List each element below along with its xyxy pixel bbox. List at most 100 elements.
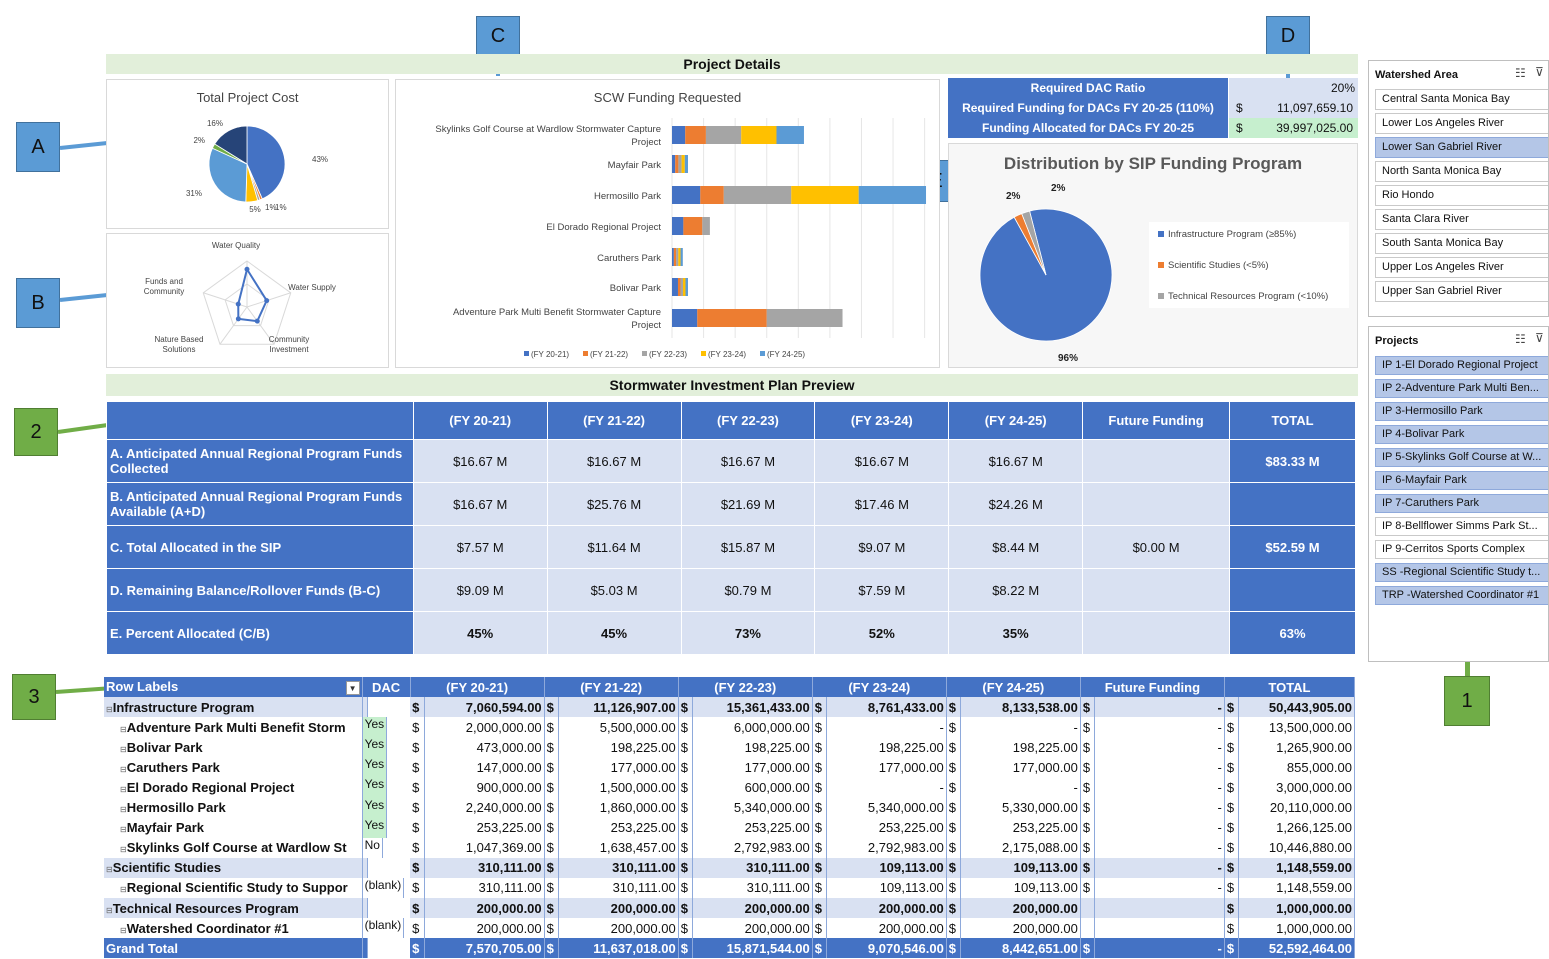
clear-filter-icon[interactable]: ⊽ — [1535, 331, 1544, 345]
pivot-row-label-text: Scientific Studies — [112, 860, 222, 876]
collapse-icon[interactable]: ⊟ — [106, 906, 113, 915]
pivot-row-label[interactable]: Grand Total — [104, 938, 363, 959]
pivot-row-label[interactable]: ⊟Infrastructure Program — [104, 697, 363, 718]
dac-req-dollar: $ — [1236, 101, 1243, 115]
scw-bar-segment — [672, 217, 684, 235]
slicer-item[interactable]: IP 8-Bellflower Simms Park St... — [1375, 517, 1548, 536]
project-details-banner: Project Details — [106, 54, 1358, 74]
slicer-item[interactable]: IP 4-Bolivar Park — [1375, 425, 1548, 444]
pivot-item-row[interactable]: ⊟Regional Scientific Study to Suppor (bla… — [104, 877, 1356, 899]
pivot-value-cell: - — [826, 777, 947, 798]
pivot-item-row[interactable]: ⊟El Dorado Regional Project Yes $900,000.0… — [104, 777, 1356, 798]
collapse-icon[interactable]: ⊟ — [120, 745, 127, 754]
pivot-row-label[interactable]: ⊟Regional Scientific Study to Suppor — [104, 877, 363, 899]
collapse-icon[interactable]: ⊟ — [120, 805, 127, 814]
pivot-item-row[interactable]: ⊟Mayfair Park Yes $253,225.00 $253,225.00 $2… — [104, 817, 1356, 838]
projects-slicer[interactable]: Projects ☷ ⊽ IP 1-El Dorado Regional Pro… — [1368, 326, 1549, 662]
pivot-currency-symbol: $ — [1224, 757, 1239, 778]
scw-bar-segment — [776, 126, 804, 144]
pivot-currency-symbol: $ — [1080, 817, 1095, 838]
pivot-category-row[interactable]: ⊟Scientific Studies $310,111.00 $310,111.0… — [104, 857, 1356, 878]
slicer-item[interactable]: TRP -Watershed Coordinator #1 — [1375, 586, 1548, 605]
pivot-item-row[interactable]: ⊟Hermosillo Park Yes $2,240,000.00 $1,860,0… — [104, 797, 1356, 818]
pivot-category-row[interactable]: ⊟Infrastructure Program $7,060,594.00 $11,… — [104, 697, 1356, 718]
scw-funding-chart[interactable]: SCW Funding Requested Skylinks Golf Cour… — [395, 79, 940, 368]
multi-select-icon[interactable]: ☷ — [1515, 332, 1526, 346]
pivot-dac-cell: Yes — [362, 737, 388, 758]
collapse-icon[interactable]: ⊟ — [106, 865, 113, 874]
pivot-currency-symbol: $ — [544, 737, 559, 758]
slicer-item[interactable]: Upper Los Angeles River — [1375, 257, 1548, 278]
pivot-row-label[interactable]: ⊟Adventure Park Multi Benefit Storm — [104, 717, 363, 738]
pivot-row-label[interactable]: ⊟Bolivar Park — [104, 737, 363, 758]
dac-alloc-label: Funding Allocated for DACs FY 20-25 — [981, 121, 1195, 135]
scw-bar-segment — [741, 126, 777, 144]
collapse-icon[interactable]: ⊟ — [120, 785, 127, 794]
slicer-item[interactable]: Santa Clara River — [1375, 209, 1548, 230]
multi-select-icon[interactable]: ☷ — [1515, 66, 1526, 80]
pivot-category-row[interactable]: ⊟Technical Resources Program $200,000.00 $… — [104, 898, 1356, 919]
sip-row-label: C. Total Allocated in the SIP — [106, 525, 414, 569]
collapse-icon[interactable]: ⊟ — [120, 725, 127, 734]
watershed-area-slicer[interactable]: Watershed Area ☷ ⊽ Central Santa Monica … — [1368, 60, 1549, 317]
slicer-item[interactable]: IP 2-Adventure Park Multi Ben... — [1375, 379, 1548, 398]
total-cost-chart[interactable]: Total Project Cost 43% 1% 1% 5% 31% 2% 16% — [106, 79, 389, 229]
pivot-currency-symbol: $ — [812, 697, 827, 718]
pivot-item-row[interactable]: ⊟Skylinks Golf Course at Wardlow St No $1,… — [104, 837, 1356, 858]
collapse-icon[interactable]: ⊟ — [120, 765, 127, 774]
pivot-currency-symbol: $ — [812, 837, 827, 858]
slicer-item[interactable]: Lower San Gabriel River — [1375, 137, 1548, 158]
dist-pie-label: 2% — [1051, 183, 1066, 194]
slicer-item[interactable]: IP 6-Mayfair Park — [1375, 471, 1548, 490]
slicer-item[interactable]: SS -Regional Scientific Study t... — [1375, 563, 1548, 582]
pivot-row-label[interactable]: ⊟El Dorado Regional Project — [104, 777, 363, 798]
sip-distribution-chart[interactable]: Distribution by SIP Funding Program 96% 2… — [948, 143, 1358, 368]
pivot-item-row[interactable]: ⊟Watershed Coordinator #1 (blank) $200,000… — [104, 918, 1356, 939]
collapse-icon[interactable]: ⊟ — [106, 705, 113, 714]
pivot-row-label[interactable]: ⊟Hermosillo Park — [104, 797, 363, 818]
pivot-item-row[interactable]: ⊟Caruthers Park Yes $147,000.00 $177,000.00… — [104, 757, 1356, 778]
criteria-radar-chart[interactable]: Water Quality Water Supply Community Invest… — [106, 233, 389, 368]
slicer-item[interactable]: Upper San Gabriel River — [1375, 281, 1548, 302]
pivot-row-label[interactable]: ⊟Skylinks Golf Course at Wardlow St — [104, 837, 363, 858]
slicer-item[interactable]: Central Santa Monica Bay — [1375, 89, 1548, 110]
pivot-row-label[interactable]: ⊟Technical Resources Program — [104, 898, 363, 919]
pivot-header-row: Row Labels ▼ DAC (FY 20-21) (FY 21-22) (F… — [104, 677, 1356, 698]
pivot-row-label[interactable]: ⊟Watershed Coordinator #1 — [104, 918, 363, 939]
pivot-row-label-text: El Dorado Regional Project — [126, 780, 295, 796]
pivot-row-label[interactable]: ⊟Mayfair Park — [104, 817, 363, 838]
collapse-icon[interactable]: ⊟ — [120, 845, 127, 854]
pivot-currency-symbol: $ — [946, 918, 961, 939]
pivot-row-label[interactable]: ⊟Caruthers Park — [104, 757, 363, 778]
pivot-currency-symbol: $ — [946, 737, 961, 758]
slicer-item[interactable]: South Santa Monica Bay — [1375, 233, 1548, 254]
collapse-icon[interactable]: ⊟ — [120, 825, 127, 834]
pivot-currency-symbol: $ — [678, 857, 693, 878]
slicer-item[interactable]: IP 3-Hermosillo Park — [1375, 402, 1548, 421]
sip-cell: $16.67 M — [412, 439, 548, 483]
slicer-item[interactable]: IP 1-El Dorado Regional Project — [1375, 356, 1548, 375]
dist-pie-svg: 96% 2% 2% Infrastructure Program (≥85%) Sci… — [979, 183, 1349, 364]
collapse-icon[interactable]: ⊟ — [120, 926, 127, 935]
slicer-item[interactable]: Lower Los Angeles River — [1375, 113, 1548, 134]
pivot-row-label[interactable]: ⊟Scientific Studies — [104, 857, 363, 878]
pivot-dac-cell: Yes — [362, 757, 388, 778]
slicer-item[interactable]: IP 7-Caruthers Park — [1375, 494, 1548, 513]
slicer-item[interactable]: North Santa Monica Bay — [1375, 161, 1548, 182]
clear-filter-icon[interactable]: ⊽ — [1535, 65, 1544, 79]
pivot-item-row[interactable]: ⊟Bolivar Park Yes $473,000.00 $198,225.00 $1… — [104, 737, 1356, 758]
pivot-value-cell: 200,000.00 — [826, 898, 947, 919]
slicer-item[interactable]: IP 9-Cerritos Sports Complex — [1375, 540, 1548, 559]
filter-dropdown-icon[interactable]: ▼ — [345, 681, 360, 696]
dist-pie-label: 96% — [1058, 353, 1078, 364]
pivot-currency-symbol: $ — [410, 938, 425, 959]
slicer-item[interactable]: Rio Hondo — [1375, 185, 1548, 206]
collapse-icon[interactable]: ⊟ — [120, 885, 127, 894]
pivot-item-row[interactable]: ⊟Adventure Park Multi Benefit Storm Yes $2… — [104, 717, 1356, 738]
pivot-table[interactable]: Row Labels ▼ DAC (FY 20-21) (FY 21-22) (F… — [104, 677, 1356, 959]
slicer-item[interactable]: IP 5-Skylinks Golf Course at W... — [1375, 448, 1548, 467]
pivot-currency-symbol: $ — [544, 857, 559, 878]
pie-label: 16% — [207, 119, 223, 128]
pivot-grand-total-row[interactable]: Grand Total $7,570,705.00 $11,637,018.00 $1… — [104, 938, 1356, 959]
pivot-row-labels-header[interactable]: Row Labels ▼ — [104, 677, 363, 698]
